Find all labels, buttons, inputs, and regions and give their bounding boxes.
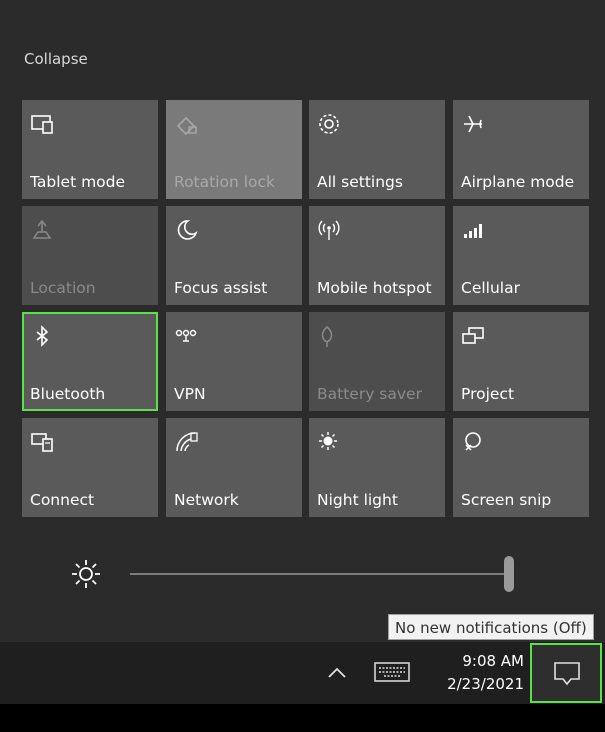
battery-saver-icon (321, 326, 333, 347)
network-icon (176, 432, 198, 452)
tile-label: Bluetooth (30, 385, 106, 403)
tile-label: Mobile hotspot (317, 279, 432, 297)
moon-icon (177, 220, 198, 240)
notification-tooltip: No new notifications (Off) (388, 614, 594, 640)
brightness-control (68, 556, 528, 592)
action-center-panel: Collapse Tablet mode Rotation lock All s… (0, 0, 605, 642)
clock-time: 9:08 AM (462, 652, 524, 670)
tile-bluetooth[interactable]: Bluetooth (22, 312, 158, 411)
tile-label: VPN (174, 385, 206, 403)
tile-night-light[interactable]: Night light (309, 418, 445, 517)
tile-label: Connect (30, 491, 95, 509)
brightness-icon (72, 560, 100, 588)
tile-rotation-lock[interactable]: Rotation lock (166, 100, 302, 199)
connect-icon (31, 433, 53, 452)
taskbar: 9:08 AM 2/23/2021 (0, 642, 605, 704)
cellular-icon (464, 224, 482, 238)
tile-tablet-mode[interactable]: Tablet mode (22, 100, 158, 199)
hotspot-icon (318, 220, 340, 240)
tile-battery-saver[interactable]: Battery saver (309, 312, 445, 411)
tile-airplane-mode[interactable]: Airplane mode (453, 100, 589, 199)
tile-connect[interactable]: Connect (22, 418, 158, 517)
action-center-button[interactable] (530, 643, 602, 703)
tile-label: Cellular (461, 279, 520, 297)
tile-label: Location (30, 279, 96, 297)
tile-label: Project (461, 385, 515, 403)
tile-label: Screen snip (461, 491, 552, 509)
vpn-icon (175, 329, 197, 342)
rotation-lock-icon (176, 116, 197, 136)
tile-location[interactable]: Location (22, 206, 158, 305)
notification-icon (554, 662, 580, 686)
system-clock[interactable]: 9:08 AM 2/23/2021 (428, 650, 524, 696)
tile-mobile-hotspot[interactable]: Mobile hotspot (309, 206, 445, 305)
show-hidden-icons-chevron-icon[interactable] (326, 662, 348, 684)
tile-label: Network (174, 491, 239, 509)
tile-label: Battery saver (317, 385, 422, 403)
clock-date: 2/23/2021 (447, 675, 524, 693)
gear-icon (319, 114, 339, 134)
tile-screen-snip[interactable]: Screen snip (453, 418, 589, 517)
tile-label: All settings (317, 173, 403, 191)
airplane-icon (464, 115, 482, 133)
collapse-link[interactable]: Collapse (24, 50, 88, 68)
tile-cellular[interactable]: Cellular (453, 206, 589, 305)
tile-focus-assist[interactable]: Focus assist (166, 206, 302, 305)
tile-project[interactable]: Project (453, 312, 589, 411)
tile-all-settings[interactable]: All settings (309, 100, 445, 199)
tile-vpn[interactable]: VPN (166, 312, 302, 411)
screen-bottom-edge (0, 704, 605, 732)
brightness-slider-thumb[interactable] (504, 556, 514, 592)
location-icon (32, 219, 52, 239)
tablet-mode-icon (31, 115, 53, 134)
night-light-icon (319, 432, 337, 450)
touch-keyboard-icon[interactable] (374, 660, 410, 684)
tile-label: Focus assist (174, 279, 268, 297)
bluetooth-icon (36, 325, 49, 347)
project-icon (462, 327, 484, 344)
brightness-slider-track[interactable] (130, 573, 510, 575)
tile-label: Rotation lock (174, 173, 276, 191)
tile-label: Airplane mode (461, 173, 575, 191)
tile-network[interactable]: Network (166, 418, 302, 517)
screen-snip-icon (465, 432, 481, 451)
tile-label: Tablet mode (30, 173, 126, 191)
tile-label: Night light (317, 491, 398, 509)
